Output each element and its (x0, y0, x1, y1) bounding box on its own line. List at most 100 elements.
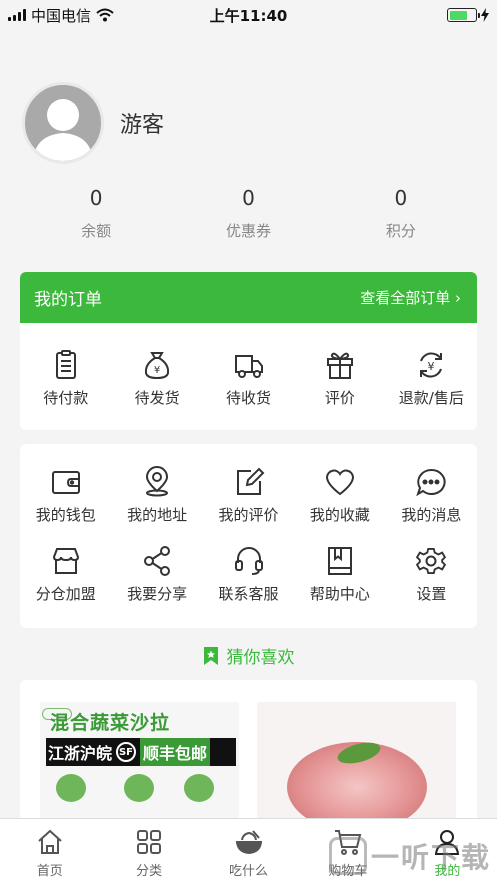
stat-label: 积分 (385, 222, 416, 240)
stat-label: 余额 (81, 222, 112, 240)
location-icon (146, 466, 169, 497)
orders-header: 我的订单 查看全部订单 › (20, 272, 477, 323)
tools-row: 我的钱包 我的地址 我的评价 我的收藏 我的消息 (20, 466, 477, 525)
tool-customer-service[interactable]: 联系客服 (203, 545, 294, 604)
profile-section[interactable]: 游客 (22, 82, 164, 164)
stat-value: 0 (242, 186, 255, 210)
orders-card: 我的订单 查看全部订单 › 待付款 ¥ 待发货 待收货 评价 ¥ 退款/售后 (20, 272, 477, 430)
vegetable-image (124, 774, 154, 802)
order-item-label: 评价 (324, 389, 355, 407)
heart-icon (325, 469, 354, 496)
chevron-right-icon: › (455, 289, 461, 307)
tools-card: 我的钱包 我的地址 我的评价 我的收藏 我的消息 分仓加盟 我要分享 联系客服 … (20, 444, 477, 628)
status-bar: 中国电信 上午11:40 (0, 0, 497, 30)
grid-icon (137, 830, 162, 854)
shipping-banner: 江浙沪皖 SF 顺丰包邮 (46, 738, 236, 766)
stat-label: 优惠券 (225, 222, 271, 240)
avatar[interactable] (22, 82, 104, 164)
tool-help-center[interactable]: 帮助中心 (294, 545, 385, 604)
order-pending-shipment[interactable]: ¥ 待发货 (111, 349, 202, 408)
wifi-icon (96, 8, 114, 22)
default-avatar-icon (33, 99, 93, 161)
tab-cart[interactable]: 购物车 (298, 819, 397, 883)
stat-value: 0 (89, 186, 103, 210)
tab-what-to-eat[interactable]: 吃什么 (199, 819, 298, 883)
signal-icon (8, 9, 26, 21)
stat-coupons[interactable]: 0 优惠券 (172, 184, 324, 241)
tab-label: 吃什么 (229, 864, 269, 879)
svg-text:¥: ¥ (428, 360, 435, 373)
tool-franchise[interactable]: 分仓加盟 (20, 545, 111, 604)
charging-icon (481, 8, 489, 22)
stat-value: 0 (394, 186, 408, 210)
bowl-icon (235, 830, 262, 855)
tool-label: 设置 (416, 585, 447, 603)
view-all-label: 查看全部订单 (360, 289, 451, 307)
tool-label: 我的消息 (401, 506, 462, 524)
tab-label: 分类 (136, 864, 163, 879)
banner-left: 江浙沪皖 (48, 744, 113, 763)
tool-label: 我的评价 (218, 506, 279, 524)
refund-icon: ¥ (420, 352, 443, 378)
tool-label: 联系客服 (218, 585, 279, 603)
view-all-orders-link[interactable]: 查看全部订单 › (360, 287, 461, 308)
bookmark-icon (203, 646, 218, 665)
order-item-label: 待发货 (134, 389, 180, 407)
wallet-icon (51, 471, 80, 494)
tab-label: 我的 (434, 864, 461, 879)
tool-label: 分仓加盟 (35, 585, 96, 603)
tab-label: 首页 (36, 864, 63, 879)
order-status-row: 待付款 ¥ 待发货 待收货 评价 ¥ 退款/售后 (20, 349, 477, 408)
message-icon (416, 468, 446, 497)
gear-icon (416, 547, 447, 575)
tool-label: 我的钱包 (35, 506, 96, 524)
headset-icon (234, 547, 263, 575)
recommend-header: 猜你喜欢 (0, 643, 497, 668)
username: 游客 (120, 113, 165, 138)
product-card[interactable]: 混合蔬菜沙拉 江浙沪皖 SF 顺丰包邮 (40, 702, 239, 820)
account-stats: 0 余额 0 优惠券 0 积分 (20, 184, 477, 241)
stat-balance[interactable]: 0 余额 (20, 184, 172, 241)
tab-home[interactable]: 首页 (0, 819, 99, 883)
svg-text:¥: ¥ (154, 365, 160, 376)
tool-favorites[interactable]: 我的收藏 (294, 466, 385, 525)
tab-label: 购物车 (328, 864, 368, 879)
tab-category[interactable]: 分类 (99, 819, 198, 883)
tools-row: 分仓加盟 我要分享 联系客服 帮助中心 设置 (20, 545, 477, 604)
home-icon (38, 829, 62, 854)
order-review[interactable]: 评价 (294, 349, 385, 408)
status-time: 上午11:40 (209, 6, 288, 25)
tool-share[interactable]: 我要分享 (111, 545, 202, 604)
banner-right: 顺丰包邮 (140, 738, 211, 766)
tool-address[interactable]: 我的地址 (111, 466, 202, 525)
tool-settings[interactable]: 设置 (386, 545, 477, 604)
product-card[interactable] (257, 702, 456, 820)
money-bag-icon: ¥ (145, 352, 170, 380)
sf-logo-icon: SF (116, 742, 137, 762)
recommend-title: 猜你喜欢 (226, 648, 295, 668)
stat-points[interactable]: 0 积分 (325, 184, 477, 241)
tool-label: 帮助中心 (309, 585, 370, 603)
order-refund[interactable]: ¥ 退款/售后 (386, 349, 477, 408)
order-item-label: 待付款 (43, 389, 89, 407)
edit-icon (236, 467, 264, 495)
vegetable-image (184, 774, 214, 802)
orders-title: 我的订单 (34, 290, 102, 310)
vegetable-image (56, 774, 86, 802)
cart-icon (334, 830, 362, 855)
tool-reviews[interactable]: 我的评价 (203, 466, 294, 525)
order-pending-payment[interactable]: 待付款 (20, 349, 111, 408)
status-right (319, 8, 489, 22)
truck-icon (234, 355, 263, 378)
tool-messages[interactable]: 我的消息 (386, 466, 477, 525)
tool-wallet[interactable]: 我的钱包 (20, 466, 111, 525)
carrier-name: 中国电信 (31, 6, 92, 25)
order-item-label: 退款/售后 (398, 389, 464, 407)
product-grid: 混合蔬菜沙拉 江浙沪皖 SF 顺丰包邮 (20, 680, 477, 820)
order-pending-receipt[interactable]: 待收货 (203, 349, 294, 408)
order-item-label: 待收货 (226, 389, 272, 407)
tool-label: 我的地址 (127, 506, 188, 524)
tool-label: 我的收藏 (309, 506, 370, 524)
tab-mine[interactable]: 我的 (398, 819, 497, 883)
gift-icon (326, 352, 353, 379)
